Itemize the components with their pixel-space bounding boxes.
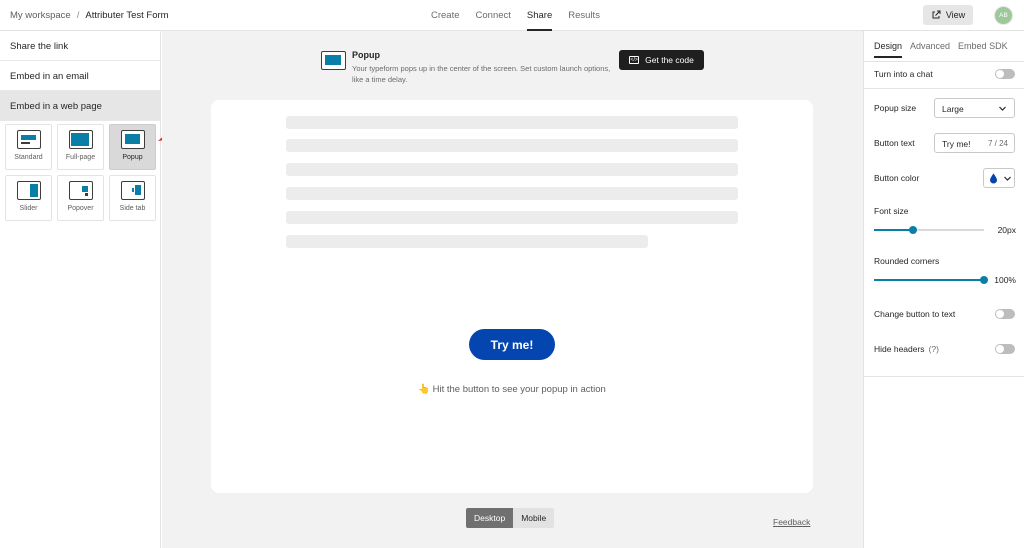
full-page-embed-icon — [68, 130, 93, 149]
placeholder-line — [286, 163, 738, 176]
device-mobile-button[interactable]: Mobile — [513, 508, 555, 528]
turn-into-chat-label: Turn into a chat — [874, 69, 933, 79]
font-size-slider[interactable] — [874, 226, 984, 234]
embed-options-grid: Standard Full-page Popup Slider Popover … — [5, 124, 157, 221]
font-size-label: Font size — [874, 206, 909, 216]
popover-embed-icon — [68, 181, 93, 200]
placeholder-line — [286, 116, 738, 129]
turn-into-chat-toggle[interactable] — [995, 69, 1015, 79]
chevron-down-icon — [1004, 176, 1011, 181]
rounded-corners-slider-fill — [874, 279, 984, 281]
popup-size-value: Large — [942, 104, 964, 114]
tab-advanced[interactable]: Advanced — [910, 41, 950, 58]
embed-option-slider[interactable]: Slider — [5, 175, 52, 221]
divider — [864, 61, 1024, 62]
tab-results[interactable]: Results — [568, 0, 600, 31]
embed-option-popup[interactable]: Popup — [109, 124, 156, 170]
tab-connect[interactable]: Connect — [476, 0, 511, 31]
tab-design[interactable]: Design — [874, 41, 903, 58]
chevron-down-icon — [999, 106, 1006, 111]
popup-title: Popup — [352, 50, 380, 60]
help-icon[interactable]: (?) — [929, 344, 939, 354]
preview-canvas: Try me! 👆 Hit the button to see your pop… — [211, 100, 813, 493]
hide-headers-toggle[interactable] — [995, 344, 1015, 354]
view-button-label: View — [945, 10, 966, 20]
divider — [864, 376, 1024, 377]
placeholder-line — [286, 139, 738, 152]
embed-option-side-tab[interactable]: Side tab — [109, 175, 156, 221]
font-size-value: 20px — [997, 225, 1016, 235]
divider — [864, 88, 1024, 89]
button-color-label: Button color — [874, 173, 920, 183]
hide-headers-text: Hide headers — [874, 344, 925, 354]
breadcrumb: My workspace / Attributer Test Form — [10, 10, 169, 21]
breadcrumb-form[interactable]: Attributer Test Form — [85, 10, 168, 21]
settings-tabs: Design Advanced Embed SDK — [874, 41, 1016, 58]
sidebar-item-embed-email[interactable]: Embed in an email — [0, 61, 160, 91]
preview-hint: 👆 Hit the button to see your popup in ac… — [418, 384, 606, 395]
feedback-link[interactable]: Feedback — [773, 517, 810, 527]
get-the-code-button[interactable]: </> Get the code — [619, 50, 704, 70]
button-text-count: 7 / 24 — [987, 139, 1008, 148]
popup-description: Your typeform pops up in the center of t… — [352, 64, 611, 84]
tab-embed-sdk[interactable]: Embed SDK — [958, 41, 1008, 58]
embed-option-label: Side tab — [119, 205, 146, 212]
placeholder-line — [286, 187, 738, 200]
external-link-icon — [932, 10, 941, 19]
embed-option-label: Full-page — [65, 154, 96, 161]
popup-size-select[interactable]: Large — [934, 98, 1015, 118]
embed-option-standard[interactable]: Standard — [5, 124, 52, 170]
button-text-value: Try me! — [942, 139, 971, 149]
embed-option-label: Popover — [67, 205, 94, 212]
embed-option-label: Standard — [14, 154, 43, 161]
nav-tabs: Create Connect Share Results — [431, 0, 616, 31]
standard-embed-icon — [16, 130, 41, 149]
sidebar-item-share-link[interactable]: Share the link — [0, 31, 160, 61]
embed-option-label: Popup — [122, 154, 143, 161]
slider-embed-icon — [16, 181, 41, 200]
share-sidebar: Share the link Embed in an email Embed i… — [0, 31, 161, 548]
embed-option-full-page[interactable]: Full-page — [57, 124, 104, 170]
rounded-corners-label: Rounded corners — [874, 256, 940, 266]
placeholder-line — [286, 211, 738, 224]
embed-option-popover[interactable]: Popover — [57, 175, 104, 221]
tab-share[interactable]: Share — [526, 0, 553, 31]
get-the-code-label: Get the code — [645, 55, 694, 65]
embed-option-label: Slider — [19, 205, 38, 212]
settings-panel: Design Advanced Embed SDK Turn into a ch… — [863, 31, 1024, 548]
top-bar: My workspace / Attributer Test Form Create… — [0, 0, 1024, 31]
popup-embed-icon — [321, 51, 346, 70]
breadcrumb-workspace[interactable]: My workspace — [10, 10, 71, 21]
sidebar-item-embed-web[interactable]: Embed in a web page — [0, 91, 160, 121]
button-text-input[interactable]: Try me! 7 / 24 — [934, 133, 1015, 153]
color-drop-icon — [990, 173, 997, 184]
popup-embed-icon — [120, 130, 145, 149]
tab-create[interactable]: Create — [431, 0, 460, 31]
placeholder-line — [286, 235, 648, 248]
rounded-corners-slider-knob[interactable] — [980, 276, 988, 284]
code-icon: </> — [629, 56, 640, 64]
avatar[interactable]: AB — [994, 6, 1013, 25]
side-tab-embed-icon — [120, 181, 145, 200]
breadcrumb-separator: / — [76, 10, 80, 21]
change-button-to-text-toggle[interactable] — [995, 309, 1015, 319]
try-me-button[interactable]: Try me! — [469, 329, 555, 360]
font-size-slider-fill — [874, 229, 913, 231]
font-size-slider-knob[interactable] — [909, 226, 917, 234]
button-color-picker[interactable] — [983, 168, 1015, 188]
popup-size-label: Popup size — [874, 103, 917, 113]
device-toggle: Desktop Mobile — [466, 508, 555, 528]
change-button-to-text-label: Change button to text — [874, 309, 956, 319]
device-desktop-button[interactable]: Desktop — [466, 508, 514, 528]
view-button[interactable]: View — [923, 5, 973, 25]
button-text-label: Button text — [874, 138, 915, 148]
preview-area: Popup Your typeform pops up in the cente… — [162, 31, 863, 548]
popup-info: Popup Your typeform pops up in the cente… — [321, 50, 622, 85]
rounded-corners-value: 100% — [994, 275, 1016, 285]
hide-headers-label: Hide headers (?) — [874, 344, 939, 354]
rounded-corners-slider[interactable] — [874, 276, 988, 284]
